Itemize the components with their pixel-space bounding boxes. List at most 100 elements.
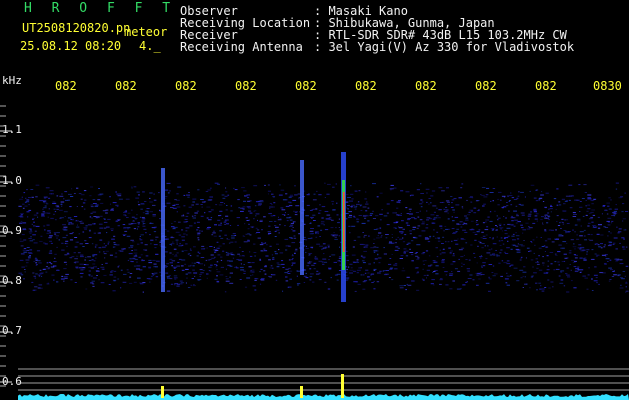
noise-speckle: [563, 210, 566, 212]
noise-speckle: [542, 262, 545, 264]
noise-speckle: [196, 255, 199, 257]
noise-speckle: [569, 250, 572, 252]
noise-speckle: [531, 275, 534, 277]
noise-speckle: [76, 255, 79, 257]
noise-speckle: [191, 215, 194, 217]
noise-speckle: [201, 245, 205, 247]
noise-speckle: [261, 242, 266, 244]
noise-speckle: [425, 188, 430, 190]
noise-speckle: [379, 219, 382, 221]
noise-speckle: [420, 199, 423, 201]
noise-speckle: [347, 197, 351, 198]
noise-speckle: [590, 211, 594, 213]
noise-speckle: [623, 229, 627, 231]
noise-speckle: [73, 216, 78, 217]
noise-speckle: [68, 222, 73, 224]
noise-speckle: [155, 272, 158, 274]
noise-speckle: [506, 275, 509, 277]
noise-speckle: [53, 261, 57, 263]
noise-speckle: [451, 199, 455, 201]
noise-speckle: [308, 253, 313, 254]
signal-baseline: [18, 394, 629, 400]
noise-speckle: [207, 227, 211, 228]
noise-speckle: [456, 223, 460, 225]
noise-speckle: [63, 226, 68, 228]
noise-speckle: [109, 254, 113, 256]
noise-speckle: [174, 199, 177, 201]
noise-speckle: [501, 240, 504, 242]
noise-speckle: [165, 235, 167, 237]
noise-speckle: [264, 273, 267, 275]
noise-speckle: [216, 268, 218, 270]
noise-speckle: [562, 223, 565, 225]
noise-speckle: [452, 232, 457, 234]
noise-speckle: [476, 220, 478, 221]
noise-speckle: [362, 281, 366, 283]
noise-speckle: [492, 188, 496, 189]
noise-speckle: [123, 228, 127, 230]
noise-speckle: [201, 248, 205, 250]
noise-speckle: [217, 183, 220, 185]
noise-speckle: [208, 270, 210, 272]
noise-speckle: [622, 246, 625, 248]
noise-speckle: [422, 260, 425, 262]
noise-speckle: [368, 235, 370, 237]
noise-speckle: [153, 263, 157, 265]
noise-speckle: [509, 195, 513, 197]
noise-speckle: [307, 238, 312, 239]
noise-speckle: [435, 207, 438, 209]
noise-speckle: [361, 222, 366, 224]
noise-speckle: [607, 205, 610, 207]
noise-speckle: [322, 247, 327, 249]
noise-speckle: [369, 213, 374, 215]
noise-speckle: [208, 219, 212, 221]
noise-speckle: [248, 223, 250, 225]
noise-speckle: [206, 228, 210, 230]
noise-speckle: [376, 281, 380, 283]
noise-speckle: [77, 252, 81, 254]
noise-speckle: [95, 216, 100, 218]
noise-speckle: [527, 215, 532, 217]
noise-speckle: [399, 287, 404, 289]
noise-speckle: [347, 208, 349, 210]
noise-speckle: [510, 248, 513, 250]
noise-speckle: [572, 229, 574, 231]
noise-speckle: [510, 275, 512, 277]
noise-speckle: [67, 199, 70, 201]
noise-speckle: [79, 272, 84, 274]
noise-speckle: [420, 193, 424, 194]
noise-speckle: [77, 241, 79, 243]
noise-speckle: [131, 187, 133, 189]
noise-speckle: [500, 199, 502, 201]
noise-speckle: [526, 247, 530, 249]
noise-speckle: [432, 205, 437, 207]
noise-speckle: [479, 256, 483, 257]
noise-speckle: [460, 187, 463, 189]
noise-speckle: [310, 261, 313, 263]
noise-speckle: [607, 245, 612, 247]
noise-speckle: [353, 206, 357, 208]
noise-speckle: [336, 273, 341, 275]
noise-speckle: [116, 205, 119, 207]
noise-speckle: [525, 222, 529, 224]
noise-speckle: [252, 285, 256, 287]
noise-speckle: [522, 271, 527, 273]
noise-speckle: [520, 191, 524, 193]
noise-speckle: [423, 263, 425, 265]
noise-speckle: [136, 261, 138, 263]
noise-speckle: [514, 219, 518, 221]
noise-speckle: [208, 266, 212, 268]
noise-speckle: [424, 237, 429, 239]
noise-speckle: [222, 250, 225, 252]
noise-speckle: [587, 197, 591, 199]
noise-speckle: [238, 259, 243, 261]
noise-speckle: [579, 201, 582, 202]
noise-speckle: [139, 269, 143, 271]
noise-speckle: [105, 212, 108, 214]
noise-speckle: [547, 212, 550, 214]
noise-speckle: [59, 209, 63, 211]
meteor-echo-streak: [161, 168, 165, 292]
noise-speckle: [538, 269, 543, 271]
noise-speckle: [440, 227, 443, 229]
noise-speckle: [216, 275, 218, 277]
